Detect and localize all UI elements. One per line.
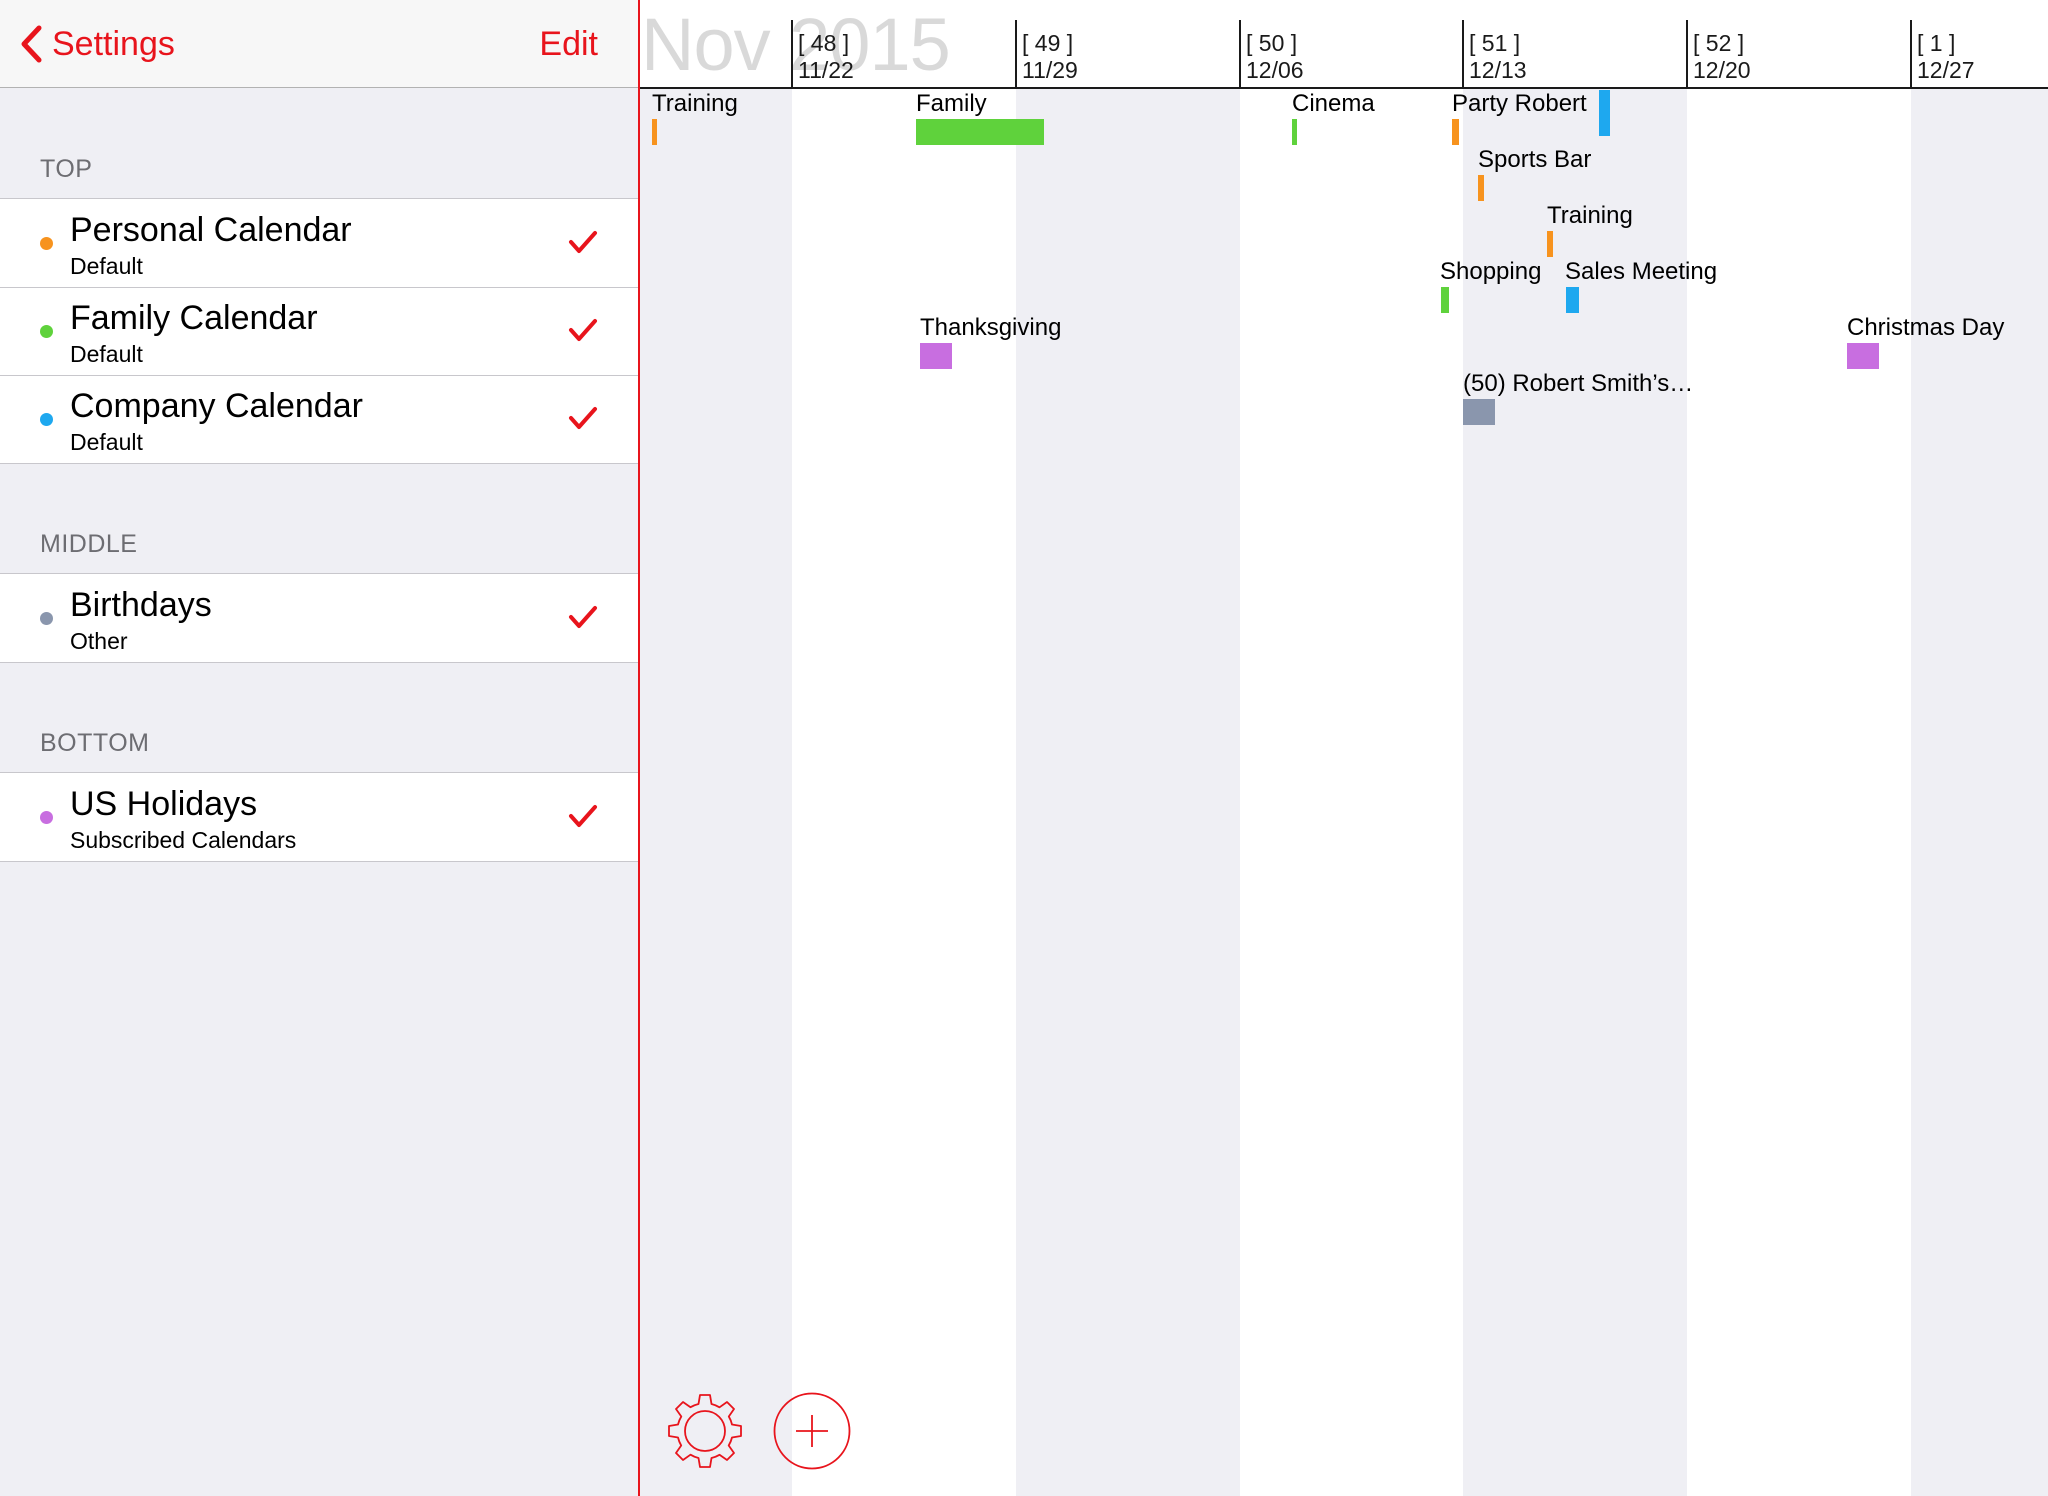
calendar-color-dot <box>40 325 53 338</box>
calendar-subtitle: Subscribed Calendars <box>70 827 297 853</box>
checkmark-icon <box>569 319 597 341</box>
week-label-1: [ 1 ] 12/27 <box>1917 30 1975 84</box>
week-date: 12/27 <box>1917 57 1975 83</box>
week-column <box>1911 88 2048 1496</box>
edit-button[interactable]: Edit <box>539 18 598 70</box>
calendar-row-personal[interactable]: Personal Calendar Default <box>0 199 638 287</box>
section-header-bottom: BOTTOM <box>40 729 150 757</box>
event-label-training[interactable]: Training <box>652 90 738 118</box>
event-label-birthday[interactable]: (50) Robert Smith’s… <box>1463 370 1693 398</box>
calendar-row-company[interactable]: Company Calendar Default <box>0 375 638 463</box>
calendar-title: Birthdays <box>70 586 212 624</box>
event-label-shopping[interactable]: Shopping <box>1440 258 1541 286</box>
week-date: 11/22 <box>798 57 854 83</box>
calendar-group-middle: Birthdays Other <box>0 573 638 663</box>
event-bar-family[interactable] <box>916 119 1044 145</box>
event-bar-training[interactable] <box>652 119 657 145</box>
calendar-title: Personal Calendar <box>70 211 352 249</box>
calendar-group-bottom: US Holidays Subscribed Calendars <box>0 772 638 862</box>
month-label: Nov 2015 <box>641 3 951 86</box>
back-button-label: Settings <box>52 24 175 63</box>
week-tick <box>1239 20 1241 89</box>
event-bar-shopping[interactable] <box>1441 287 1449 313</box>
sidebar-navbar: Settings Edit <box>0 0 638 88</box>
week-tick <box>1015 20 1017 89</box>
event-bar-company[interactable] <box>1599 90 1610 136</box>
calendar-subtitle: Default <box>70 253 143 279</box>
event-bar-sales-meeting[interactable] <box>1566 287 1579 313</box>
week-tick <box>1462 20 1464 89</box>
event-label-training-2[interactable]: Training <box>1547 202 1633 230</box>
week-label-50: [ 50 ] 12/06 <box>1246 30 1304 84</box>
week-column <box>640 88 792 1496</box>
calendar-color-dot <box>40 612 53 625</box>
week-date: 12/13 <box>1469 57 1527 83</box>
calendar-title: US Holidays <box>70 785 258 823</box>
checkmark-icon <box>569 407 597 429</box>
timeline-header: Nov 2015 [ 48 ] 11/22 [ 49 ] 11/29 [ 50 … <box>640 0 2048 89</box>
calendar-subtitle: Default <box>70 429 143 455</box>
week-label-49: [ 49 ] 11/29 <box>1022 30 1078 84</box>
week-column <box>1016 88 1240 1496</box>
event-label-sales-meeting[interactable]: Sales Meeting <box>1565 258 1717 286</box>
week-date: 12/06 <box>1246 57 1304 83</box>
event-label-sports-bar[interactable]: Sports Bar <box>1478 146 1591 174</box>
event-bar-thanksgiving[interactable] <box>920 343 952 369</box>
section-header-middle: MIDDLE <box>40 530 138 558</box>
week-column <box>792 88 1016 1496</box>
back-button[interactable]: Settings <box>20 18 175 70</box>
calendar-group-top: Personal Calendar Default Family Calenda… <box>0 198 638 464</box>
calendar-color-dot <box>40 811 53 824</box>
settings-button[interactable] <box>664 1391 746 1473</box>
event-bar-christmas-day[interactable] <box>1847 343 1879 369</box>
chevron-left-icon <box>21 25 42 63</box>
event-label-cinema[interactable]: Cinema <box>1292 90 1375 118</box>
calendar-color-dot <box>40 413 53 426</box>
event-bar-birthday[interactable] <box>1463 399 1495 425</box>
plus-circle-icon <box>773 1392 851 1470</box>
week-tick <box>1686 20 1688 89</box>
week-column <box>1687 88 1911 1496</box>
checkmark-icon <box>569 606 597 628</box>
calendar-row-us-holidays[interactable]: US Holidays Subscribed Calendars <box>0 773 638 861</box>
timeline-view[interactable]: Nov 2015 [ 48 ] 11/22 [ 49 ] 11/29 [ 50 … <box>640 0 2048 1496</box>
week-label-48: [ 48 ] 11/22 <box>798 30 854 84</box>
event-bar-training-2[interactable] <box>1547 231 1553 257</box>
week-number: [ 51 ] <box>1469 30 1521 56</box>
event-label-christmas-day[interactable]: Christmas Day <box>1847 314 2004 342</box>
week-label-51: [ 51 ] 12/13 <box>1469 30 1527 84</box>
week-date: 11/29 <box>1022 57 1078 83</box>
event-label-family[interactable]: Family <box>916 90 987 118</box>
calendar-title: Family Calendar <box>70 299 318 337</box>
calendar-color-dot <box>40 237 53 250</box>
week-tick <box>1910 20 1912 89</box>
calendar-title: Company Calendar <box>70 387 363 425</box>
section-header-top: TOP <box>40 155 93 183</box>
calendar-subtitle: Default <box>70 341 143 367</box>
week-column <box>1240 88 1463 1496</box>
week-number: [ 1 ] <box>1917 30 1956 56</box>
event-bar-party-robert[interactable] <box>1452 119 1459 145</box>
add-event-button[interactable] <box>772 1391 852 1471</box>
event-bar-cinema[interactable] <box>1292 119 1297 145</box>
week-label-52: [ 52 ] 12/20 <box>1693 30 1751 84</box>
event-label-thanksgiving[interactable]: Thanksgiving <box>920 314 1061 342</box>
calendar-row-birthdays[interactable]: Birthdays Other <box>0 574 638 662</box>
event-label-party-robert[interactable]: Party Robert <box>1452 90 1587 118</box>
gear-icon <box>668 1394 742 1468</box>
week-number: [ 50 ] <box>1246 30 1298 56</box>
checkmark-icon <box>569 805 597 827</box>
week-number: [ 48 ] <box>798 30 850 56</box>
week-date: 12/20 <box>1693 57 1751 83</box>
calendar-row-family[interactable]: Family Calendar Default <box>0 287 638 375</box>
calendar-subtitle: Other <box>70 628 128 654</box>
week-number: [ 52 ] <box>1693 30 1745 56</box>
checkmark-icon <box>569 231 597 253</box>
event-bar-sports-bar[interactable] <box>1478 175 1484 201</box>
week-number: [ 49 ] <box>1022 30 1074 56</box>
week-tick <box>791 20 793 89</box>
calendar-sidebar: Settings Edit TOP Personal Calendar Defa… <box>0 0 638 1496</box>
